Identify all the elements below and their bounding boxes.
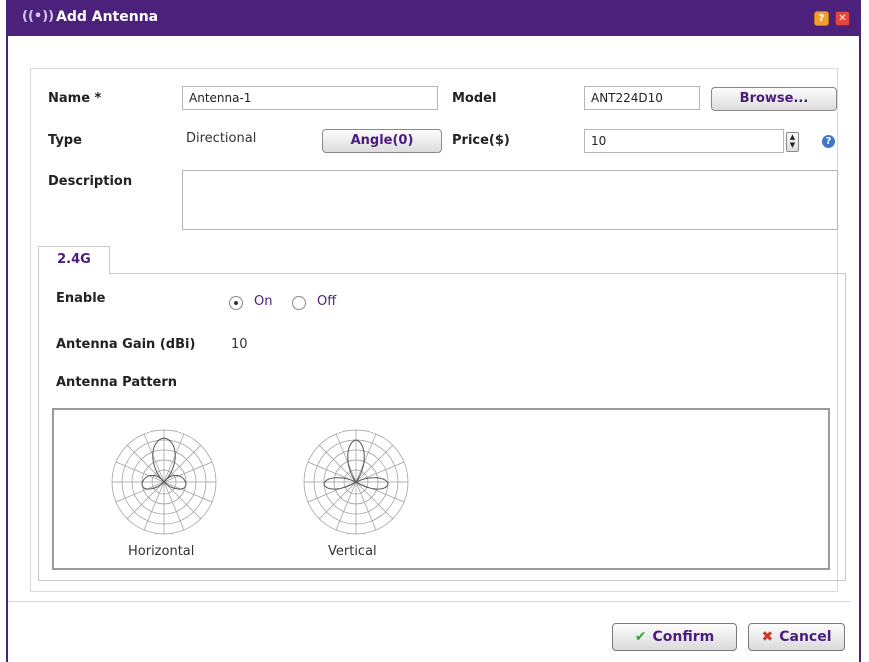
dialog-title: Add Antenna <box>56 9 159 25</box>
enable-off-label[interactable]: Off <box>317 294 336 309</box>
close-icon[interactable]: ✕ <box>835 11 850 26</box>
tab-2-4g[interactable]: 2.4G <box>38 246 110 274</box>
price-label: Price($) <box>452 133 510 148</box>
name-input[interactable] <box>182 86 438 110</box>
browse-button[interactable]: Browse... <box>711 87 837 111</box>
antenna-pattern-panel: Horizontal Vertical <box>52 408 830 570</box>
angle-button[interactable]: Angle(0) <box>322 129 442 153</box>
confirm-button[interactable]: ✔ Confirm <box>612 623 737 651</box>
cancel-button[interactable]: ✖ Cancel <box>748 623 845 651</box>
antenna-gain-label: Antenna Gain (dBi) <box>56 337 196 352</box>
type-label: Type <box>48 133 82 148</box>
title-bar[interactable]: ((•)) Add Antenna ? ✕ <box>8 0 859 36</box>
antenna-signal-icon: ((•)) <box>22 9 55 24</box>
model-input[interactable] <box>584 86 700 110</box>
description-textarea[interactable] <box>182 170 838 230</box>
name-label: Name * <box>48 91 102 106</box>
cancel-x-icon: ✖ <box>761 629 774 645</box>
check-icon: ✔ <box>634 629 647 645</box>
vertical-pattern-plot[interactable] <box>300 426 412 538</box>
enable-on-radio[interactable] <box>229 296 243 310</box>
description-label: Description <box>48 174 133 189</box>
antenna-gain-value: 10 <box>231 337 248 352</box>
vertical-caption: Vertical <box>328 544 377 559</box>
price-input[interactable] <box>584 129 784 153</box>
price-help-icon[interactable]: ? <box>822 135 835 148</box>
horizontal-caption: Horizontal <box>128 544 195 559</box>
price-stepper[interactable]: ▲ ▼ <box>786 132 799 152</box>
enable-on-label[interactable]: On <box>254 294 272 309</box>
type-value: Directional <box>186 131 257 146</box>
enable-label: Enable <box>56 291 106 306</box>
horizontal-pattern-plot[interactable] <box>108 426 220 538</box>
enable-off-radio[interactable] <box>292 296 306 310</box>
confirm-label: Confirm <box>652 629 715 645</box>
footer-divider <box>8 601 851 602</box>
cancel-label: Cancel <box>779 629 832 645</box>
antenna-pattern-label: Antenna Pattern <box>56 375 178 390</box>
model-label: Model <box>452 91 497 106</box>
help-icon[interactable]: ? <box>814 11 829 26</box>
